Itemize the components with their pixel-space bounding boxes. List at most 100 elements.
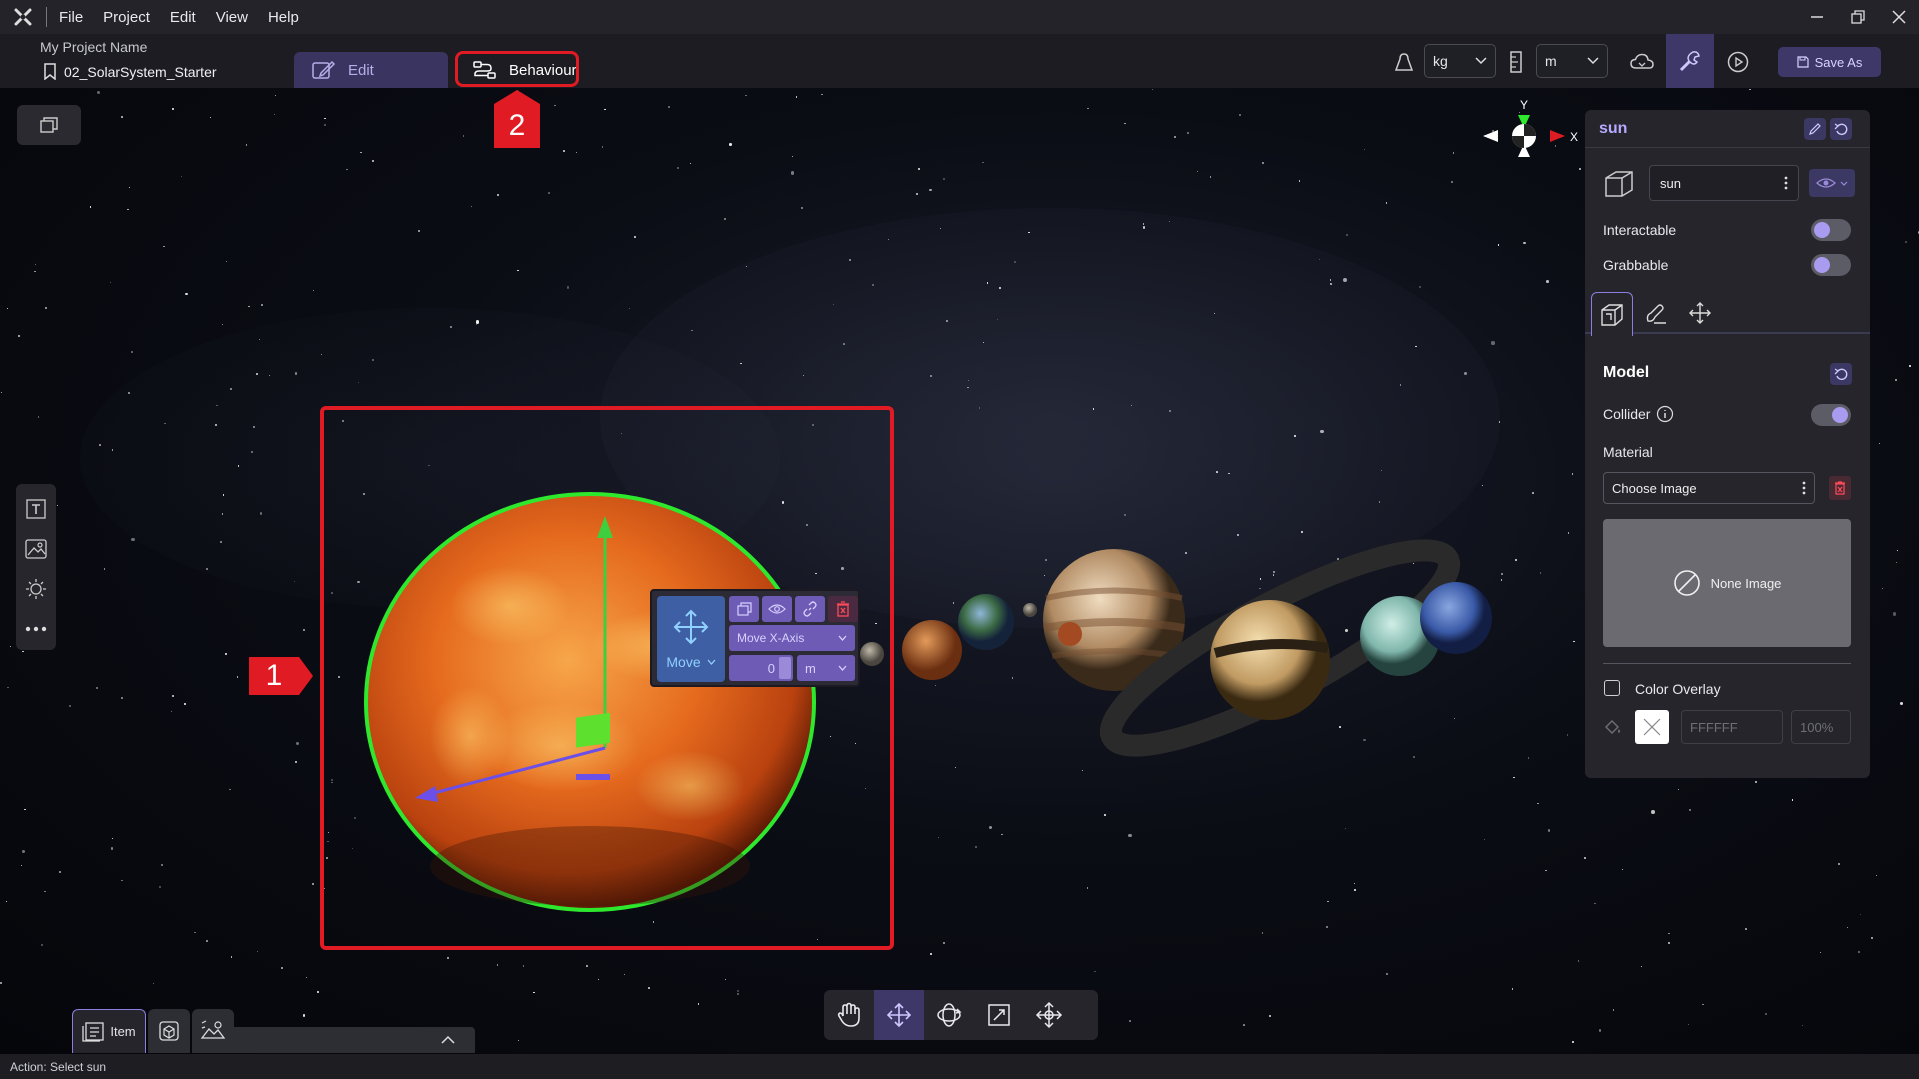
star-dot xyxy=(975,845,978,848)
star-dot xyxy=(1571,473,1574,475)
star-dot xyxy=(34,264,36,266)
overlay-opacity-input[interactable]: 100% xyxy=(1791,710,1851,744)
scale-tool[interactable] xyxy=(974,990,1024,1040)
close-window-button[interactable] xyxy=(1878,0,1919,34)
tab-model[interactable] xyxy=(1591,292,1633,336)
object-title: sun xyxy=(1599,120,1628,137)
star-dot xyxy=(1640,966,1642,968)
chevron-up-icon[interactable] xyxy=(441,1035,455,1044)
undo-icon xyxy=(1834,368,1848,381)
add-light-icon[interactable] xyxy=(21,574,51,604)
star-dot xyxy=(1701,1003,1704,1006)
orientation-axes-gizmo[interactable]: Y X xyxy=(1480,98,1580,188)
star-dot xyxy=(103,568,106,570)
venus[interactable] xyxy=(902,620,962,680)
tools-wrench-button[interactable] xyxy=(1666,34,1714,88)
reset-model-button[interactable] xyxy=(1830,363,1852,385)
move-unit-select[interactable]: m xyxy=(797,655,855,681)
color-overlay-checkbox[interactable] xyxy=(1604,680,1620,696)
star-dot xyxy=(1598,1029,1601,1032)
length-unit-select[interactable]: m xyxy=(1536,44,1608,78)
neptune[interactable] xyxy=(1420,582,1492,654)
minimize-button[interactable] xyxy=(1796,0,1837,34)
delete-object-button[interactable] xyxy=(828,596,858,622)
overlay-color-swatch[interactable] xyxy=(1635,710,1669,744)
stepper-arrows-icon[interactable] xyxy=(779,657,791,679)
frame-view-button[interactable] xyxy=(17,105,81,145)
kebab-menu-icon[interactable] xyxy=(1802,481,1806,495)
menu-view[interactable]: View xyxy=(216,9,248,26)
grabbable-toggle[interactable] xyxy=(1811,254,1851,276)
visibility-dropdown[interactable] xyxy=(1809,169,1855,197)
play-icon xyxy=(1727,51,1749,73)
star-dot xyxy=(317,991,320,994)
star-dot xyxy=(1094,970,1096,973)
info-icon[interactable] xyxy=(1656,405,1674,423)
no-color-icon xyxy=(1643,718,1661,736)
header-bar: My Project Name 02_SolarSystem_Starter E… xyxy=(0,34,1919,88)
more-options-icon[interactable] xyxy=(21,614,51,644)
menu-edit[interactable]: Edit xyxy=(170,9,196,26)
menu-file[interactable]: File xyxy=(59,9,83,26)
choose-image-field[interactable]: Choose Image xyxy=(1603,472,1815,504)
star-dot xyxy=(6,307,9,310)
rename-button[interactable] xyxy=(1804,118,1826,140)
status-bar: Action: Select sun xyxy=(0,1054,1919,1079)
saturn[interactable] xyxy=(1210,600,1330,720)
planets-group xyxy=(860,539,1492,757)
star-dot xyxy=(930,952,933,955)
tab-material[interactable] xyxy=(1635,292,1677,334)
add-image-icon[interactable] xyxy=(21,534,51,564)
move-mode-button[interactable]: Move xyxy=(657,596,725,682)
tab-item[interactable]: Item xyxy=(72,1009,146,1053)
star-dot xyxy=(34,270,36,273)
universal-transform-tool[interactable] xyxy=(1024,990,1074,1040)
bookmark-icon xyxy=(44,63,56,80)
mars[interactable] xyxy=(1058,622,1082,646)
tab-scene-objects[interactable] xyxy=(148,1009,190,1053)
kebab-menu-icon[interactable] xyxy=(1784,176,1788,190)
remove-image-button[interactable] xyxy=(1829,476,1851,500)
link-button[interactable] xyxy=(795,596,825,622)
star-dot xyxy=(1668,932,1671,935)
menu-help[interactable]: Help xyxy=(268,9,299,26)
mercury[interactable] xyxy=(860,642,884,666)
interactable-toggle[interactable] xyxy=(1811,219,1851,241)
move-tool[interactable] xyxy=(874,990,924,1040)
reset-object-button[interactable] xyxy=(1830,118,1852,140)
duplicate-button[interactable] xyxy=(729,596,759,622)
tab-environment[interactable] xyxy=(192,1009,234,1053)
property-tabs xyxy=(1585,292,1870,336)
star-dot xyxy=(916,192,919,195)
tab-edit[interactable]: Edit xyxy=(294,52,448,88)
earth[interactable] xyxy=(958,594,1014,650)
star-dot xyxy=(1345,234,1348,237)
wrench-icon xyxy=(1679,51,1700,72)
save-as-button[interactable]: Save As xyxy=(1778,47,1881,77)
moon[interactable] xyxy=(1023,603,1037,617)
visibility-button[interactable] xyxy=(762,596,792,622)
object-name-input[interactable]: sun xyxy=(1649,165,1799,201)
axis-x-label: X xyxy=(1570,130,1578,144)
cloud-sync-icon[interactable] xyxy=(1624,44,1660,80)
move-axis-select[interactable]: Move X-Axis xyxy=(729,625,855,651)
mass-unit-select[interactable]: kg xyxy=(1424,44,1496,78)
overlay-hex-input[interactable]: FFFFFF xyxy=(1681,710,1783,744)
star-dot xyxy=(346,168,348,171)
star-dot xyxy=(821,93,823,95)
scene-name[interactable]: 02_SolarSystem_Starter xyxy=(44,63,217,80)
restore-button[interactable] xyxy=(1837,0,1878,34)
rotate-tool[interactable] xyxy=(924,990,974,1040)
image-preview[interactable]: None Image xyxy=(1603,519,1851,647)
pan-hand-tool[interactable] xyxy=(824,990,874,1040)
menu-project[interactable]: Project xyxy=(103,9,150,26)
star-dot xyxy=(601,146,604,148)
star-dot xyxy=(1,392,3,394)
tab-transform[interactable] xyxy=(1679,292,1721,334)
play-preview-button[interactable] xyxy=(1720,44,1756,80)
collider-toggle[interactable] xyxy=(1811,404,1851,426)
star-dot xyxy=(1527,756,1530,759)
add-text-icon[interactable] xyxy=(21,494,51,524)
star-dot xyxy=(170,710,173,713)
move-value-stepper[interactable]: 0 xyxy=(729,655,793,681)
